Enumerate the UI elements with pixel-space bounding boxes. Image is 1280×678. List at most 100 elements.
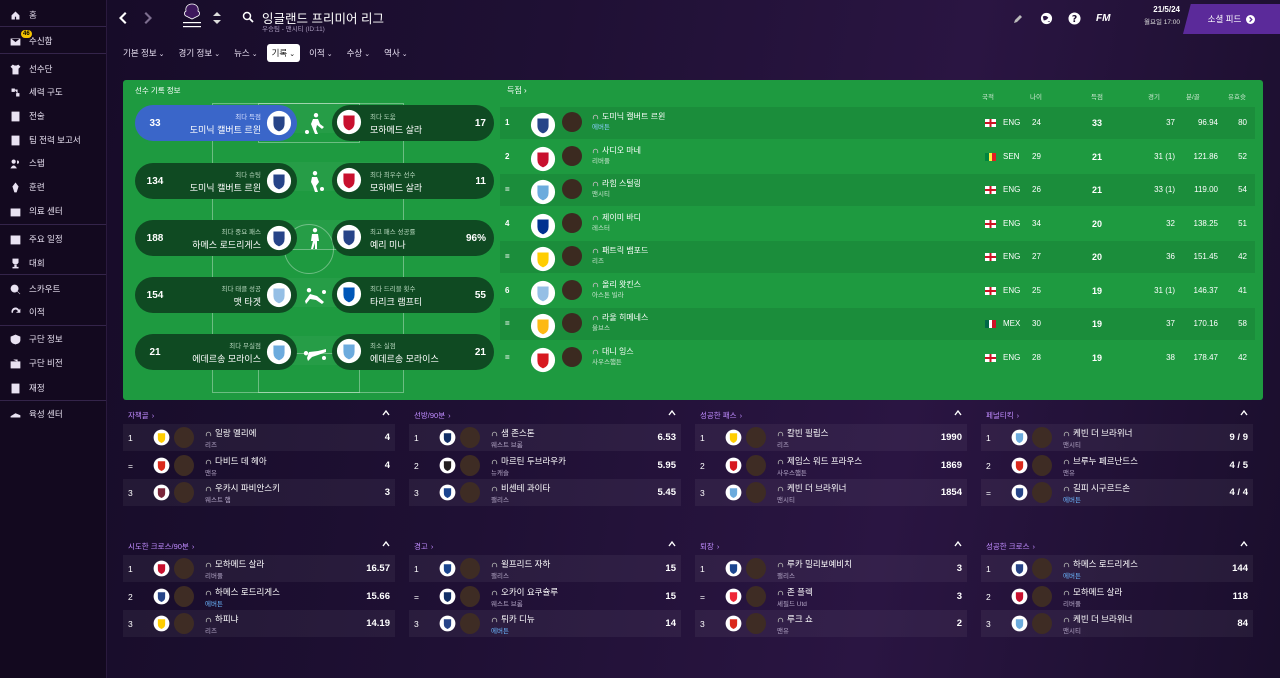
table-row[interactable]: 1 하메스 로드리게스 에버튼 144 — [981, 555, 1253, 582]
sidebar-item-calendar[interactable]: 주요 일정 — [0, 228, 106, 250]
sidebar-item-training[interactable]: 훈련 — [0, 176, 106, 198]
player-name[interactable]: 샘 존스톤 — [491, 427, 535, 439]
player-name[interactable]: 모하메드 살라 — [1063, 586, 1122, 598]
stat-table-title[interactable]: 페널티킥 › — [986, 410, 1019, 421]
club-crest[interactable] — [153, 615, 170, 632]
club-crest-icon[interactable] — [266, 110, 292, 136]
player-name[interactable]: 루카 밀리보예비치 — [777, 558, 852, 570]
player-club[interactable]: 맨시티 — [777, 494, 795, 504]
club-crest[interactable] — [725, 457, 742, 474]
table-row[interactable]: 3 우카시 파비안스키 웨스트 햄 3 — [123, 479, 395, 506]
table-row[interactable]: 1 칼빈 필립스 리즈 1990 — [695, 424, 967, 451]
player-avatar[interactable] — [562, 246, 582, 266]
player-name[interactable]: 사디오 마네 — [592, 145, 641, 156]
back-arrow-icon[interactable] — [115, 10, 131, 26]
tab-1[interactable]: 경기 정보 ⌄ — [174, 44, 226, 62]
league-switch-icon[interactable] — [212, 10, 222, 26]
sidebar-item-transfer[interactable]: 이적 — [0, 301, 106, 323]
club-crest[interactable] — [530, 179, 556, 205]
stat-table-title[interactable]: 선방/90분 › — [414, 410, 451, 421]
player-name[interactable]: 브루누 페르난드스 — [1063, 455, 1138, 467]
club-crest-icon[interactable] — [153, 457, 170, 474]
player-avatar[interactable] — [746, 482, 766, 503]
table-row[interactable]: = 패트릭 뱀포드 리즈 ENG 27 20 36 151.45 42 — [500, 241, 1255, 273]
table-row[interactable]: 1 모하메드 살라 리버풀 16.57 — [123, 555, 395, 582]
player-club[interactable]: 맨유 — [777, 625, 789, 635]
player-club[interactable]: 리즈 — [205, 439, 217, 449]
player-club[interactable]: 웨스트 햄 — [205, 494, 231, 504]
club-crest-icon[interactable] — [336, 167, 362, 193]
player-avatar[interactable] — [174, 454, 194, 476]
forward-arrow-icon[interactable] — [140, 10, 156, 26]
club-crest[interactable] — [530, 146, 556, 171]
table-row[interactable]: 1 루카 밀리보예비치 팰리스 3 — [695, 555, 967, 582]
collapse-caret-icon[interactable] — [1240, 409, 1248, 417]
scorers-title[interactable]: 득점 › — [507, 85, 527, 96]
player-club[interactable]: 웨스트 브롬 — [491, 439, 523, 449]
collapse-caret-icon[interactable] — [382, 540, 390, 548]
table-row[interactable]: 3 케빈 더 브라위너 맨시티 1854 — [695, 479, 967, 506]
table-row[interactable]: = 존 플렉 셰필드 Utd 3 — [695, 583, 967, 610]
player-name[interactable]: 마르틴 두브라우카 — [491, 455, 566, 467]
player-name[interactable]: 하피냐 — [205, 613, 238, 625]
club-crest-icon[interactable] — [530, 280, 556, 306]
player-name[interactable]: 도미닉 캘버트 르윈 — [592, 111, 665, 122]
table-row[interactable]: = 다비드 데 헤아 맨유 4 — [123, 452, 395, 479]
club-crest[interactable] — [1011, 615, 1028, 632]
club-crest[interactable] — [439, 429, 456, 446]
club-crest-icon[interactable] — [336, 109, 362, 135]
table-row[interactable]: 1 도미닉 캘버트 르윈 에버튼 ENG 24 33 37 96.94 80 — [500, 107, 1255, 139]
table-row[interactable]: 6 올리 왓킨스 아스톤 빌라 ENG 25 19 31 (1) 146.37 41 — [500, 275, 1255, 307]
club-crest-icon[interactable] — [153, 429, 170, 446]
stat-table-title[interactable]: 퇴장 › — [700, 541, 719, 552]
player-name[interactable]: 제임스 워드 프라우스 — [777, 455, 862, 467]
player-name[interactable]: 존 플렉 — [777, 586, 813, 598]
table-row[interactable]: 2 브루누 페르난드스 맨유 4 / 5 — [981, 452, 1253, 479]
collapse-caret-icon[interactable] — [668, 540, 676, 548]
col-age[interactable]: 나이 — [1030, 91, 1042, 101]
tab-0[interactable]: 기본 정보 ⌄ — [118, 44, 170, 62]
record-right[interactable]: 최소 실점 에데르송 모라이스 21 — [332, 334, 494, 370]
club-crest-icon[interactable] — [1011, 457, 1028, 474]
club-crest-icon[interactable] — [725, 429, 742, 446]
player-club[interactable]: 에버튼 — [205, 598, 223, 608]
col-nat[interactable]: 국적 — [982, 91, 994, 101]
club-crest[interactable] — [1011, 560, 1028, 577]
player-club[interactable]: 에버튼 — [1063, 494, 1081, 504]
player-avatar[interactable] — [1032, 454, 1052, 476]
record-left[interactable]: 134 최다 슈팅 도미닉 캘버트 르윈 — [135, 163, 297, 199]
club-crest-icon[interactable] — [530, 313, 556, 339]
player-name[interactable]: 우카시 파비안스키 — [205, 482, 280, 494]
table-row[interactable]: = 길피 시구르드손 에버튼 4 / 4 — [981, 479, 1253, 506]
player-club[interactable]: 셰필드 Utd — [777, 598, 807, 608]
club-crest-icon[interactable] — [530, 213, 556, 239]
tab-4[interactable]: 이적 ⌄ — [304, 44, 338, 62]
player-avatar[interactable] — [562, 112, 582, 132]
club-crest[interactable] — [439, 615, 456, 632]
tab-2[interactable]: 뉴스 ⌄ — [229, 44, 263, 62]
player-avatar[interactable] — [746, 427, 766, 448]
player-club[interactable]: 울브스 — [592, 324, 610, 333]
player-avatar[interactable] — [460, 427, 480, 448]
sidebar-item-scouting[interactable]: 스카우트 — [0, 278, 106, 300]
player-avatar[interactable] — [460, 482, 480, 503]
player-club[interactable]: 맨시티 — [1063, 625, 1081, 635]
table-row[interactable]: 1 케빈 더 브라위너 맨시티 9 / 9 — [981, 424, 1253, 451]
club-crest-icon[interactable] — [336, 281, 362, 307]
club-crest-icon[interactable] — [439, 588, 456, 605]
player-avatar[interactable] — [460, 558, 480, 579]
table-row[interactable]: = 라힘 스털링 맨시티 ENG 26 21 33 (1) 119.00 54 — [500, 174, 1255, 206]
club-crest[interactable] — [1011, 429, 1028, 446]
player-club[interactable]: 팰리스 — [491, 494, 509, 504]
player-club[interactable]: 맨유 — [1063, 467, 1075, 477]
player-avatar[interactable] — [1032, 585, 1052, 607]
sidebar-item-dynamics[interactable]: 세력 구도 — [0, 81, 106, 103]
player-name[interactable]: 패트릭 뱀포드 — [592, 245, 648, 256]
player-name[interactable]: 케빈 더 브라위너 — [1063, 427, 1132, 439]
player-club[interactable]: 맨유 — [205, 467, 217, 477]
player-name[interactable]: 대니 잉스 — [592, 346, 634, 357]
player-club[interactable]: 맨시티 — [1063, 439, 1081, 449]
table-row[interactable]: 3 비센테 과이타 팰리스 5.45 — [409, 479, 681, 506]
club-crest[interactable] — [530, 112, 556, 138]
record-left[interactable]: 33 최다 득점 도미닉 캘버트 르윈 — [135, 105, 297, 141]
